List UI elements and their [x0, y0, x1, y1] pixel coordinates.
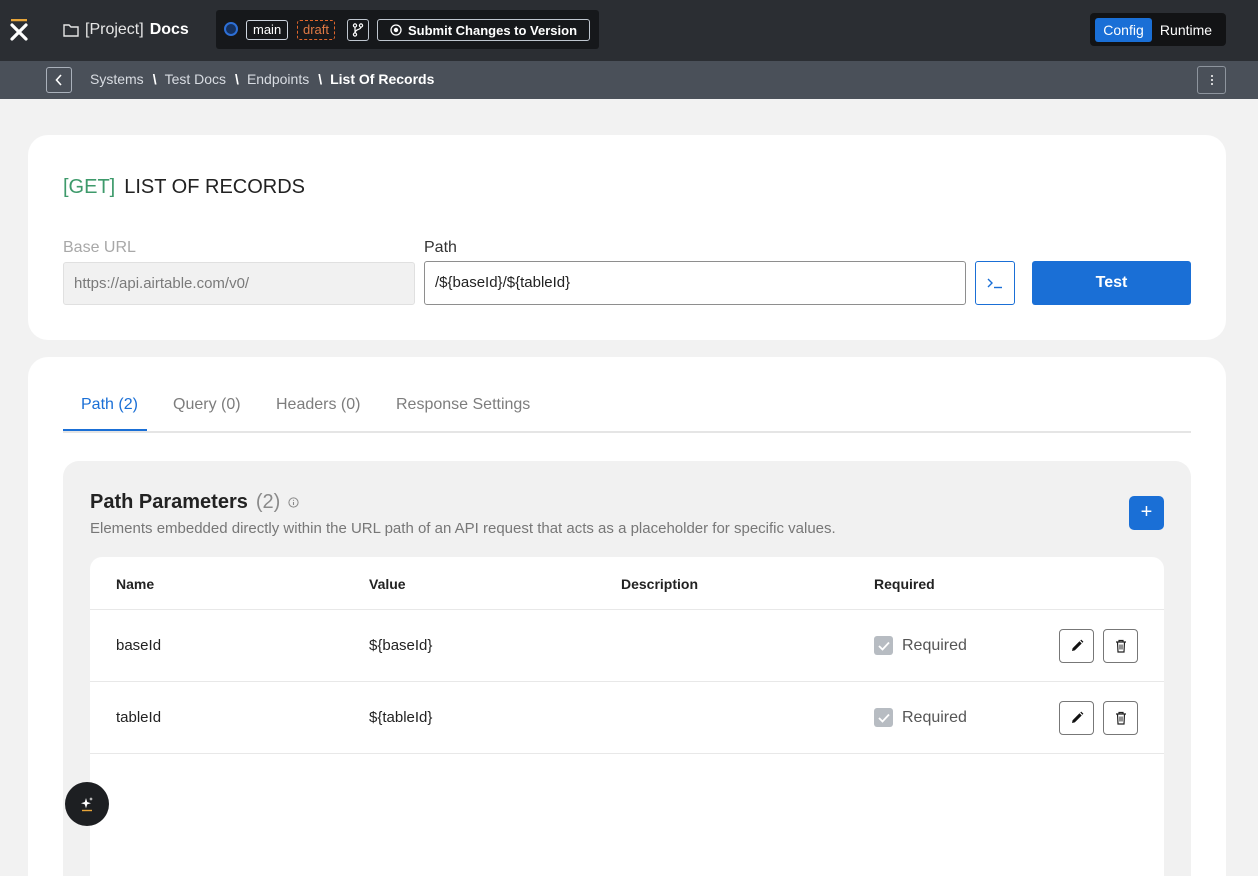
path-parameters-panel: Path Parameters (2) Elements embedded di… — [63, 461, 1191, 876]
breadcrumb-bar: Systems \ Test Docs \ Endpoints \ List O… — [0, 61, 1258, 99]
base-url-field: https://api.airtable.com/v0/ — [63, 262, 415, 305]
trash-icon — [1115, 639, 1126, 653]
breadcrumb-separator: \ — [152, 71, 157, 87]
draft-badge: draft — [297, 20, 336, 40]
endpoint-title: [GET] LIST OF RECORDS — [63, 176, 305, 199]
param-required: Required — [874, 636, 967, 655]
breadcrumb-test-docs[interactable]: Test Docs — [165, 71, 226, 87]
project-name: Docs — [149, 21, 189, 38]
trash-icon — [1115, 711, 1126, 725]
check-icon — [877, 641, 890, 651]
base-url-label: Base URL — [63, 239, 136, 256]
parameter-tabs: Path (2) Query (0) Headers (0) Response … — [63, 384, 1191, 433]
required-checkbox[interactable] — [874, 636, 893, 655]
add-parameter-button[interactable]: + — [1129, 496, 1164, 530]
breadcrumb-separator: \ — [235, 71, 239, 87]
breadcrumb-endpoints[interactable]: Endpoints — [247, 71, 309, 87]
endpoint-name: LIST OF RECORDS — [124, 176, 306, 198]
param-value: ${tableId} — [369, 709, 433, 726]
parameters-table: Name Value Description Required baseId $… — [90, 557, 1164, 876]
path-parameters-heading: Path Parameters (2) — [90, 491, 299, 514]
vertical-dots-icon — [1210, 75, 1213, 85]
breadcrumb-current: List Of Records — [330, 71, 435, 87]
project-prefix: [Project] — [85, 21, 144, 38]
path-input[interactable]: /${baseId}/${tableId} — [424, 261, 966, 305]
breadcrumb-separator: \ — [318, 71, 323, 87]
parameters-card: Path (2) Query (0) Headers (0) Response … — [28, 357, 1226, 876]
column-header-value: Value — [369, 576, 406, 592]
param-name: baseId — [116, 637, 162, 654]
edit-button[interactable] — [1059, 629, 1094, 663]
path-label: Path — [424, 239, 457, 256]
required-checkbox[interactable] — [874, 708, 893, 727]
folder-icon — [63, 24, 79, 37]
git-branch-icon — [352, 23, 364, 37]
test-button[interactable]: Test — [1032, 261, 1191, 305]
path-parameters-count: (2) — [255, 491, 281, 513]
mode-runtime-button[interactable]: Runtime — [1154, 18, 1218, 42]
check-icon — [877, 713, 890, 723]
project-title[interactable]: [Project] Docs — [63, 21, 189, 39]
terminal-button[interactable] — [975, 261, 1015, 305]
column-header-name: Name — [116, 576, 155, 592]
more-options-button[interactable] — [1197, 66, 1226, 94]
param-value: ${baseId} — [369, 637, 433, 654]
param-required: Required — [874, 708, 967, 727]
edit-button[interactable] — [1059, 701, 1094, 735]
breadcrumb-systems[interactable]: Systems — [90, 71, 144, 87]
submit-changes-label: Submit Changes to Version — [407, 22, 578, 38]
path-parameters-description: Elements embedded directly within the UR… — [90, 520, 836, 537]
sparkle-icon — [81, 797, 93, 812]
mode-toggle: Config Runtime — [1090, 13, 1226, 46]
record-icon — [390, 24, 402, 36]
http-method: [GET] — [63, 176, 116, 198]
table-divider — [90, 753, 1164, 754]
branch-status-icon — [224, 22, 238, 36]
branch-fork-button[interactable] — [347, 19, 369, 41]
delete-button[interactable] — [1103, 629, 1138, 663]
table-row: baseId ${baseId} Required — [90, 609, 1164, 681]
tab-headers[interactable]: Headers (0) — [276, 396, 360, 414]
mode-config-button[interactable]: Config — [1095, 18, 1152, 42]
required-label: Required — [902, 708, 967, 726]
version-control-bar: main draft Submit Changes to Version — [216, 10, 599, 49]
breadcrumb: Systems \ Test Docs \ Endpoints \ List O… — [90, 71, 434, 87]
column-header-description: Description — [621, 576, 699, 592]
path-parameters-title: Path Parameters — [90, 491, 248, 513]
chevron-left-icon — [55, 74, 62, 86]
delete-button[interactable] — [1103, 701, 1138, 735]
ai-assistant-button[interactable] — [65, 782, 109, 826]
terminal-icon — [987, 278, 1002, 289]
branch-chip[interactable]: main — [246, 20, 289, 40]
param-name: tableId — [116, 709, 162, 726]
pencil-icon — [1071, 711, 1083, 723]
tab-query[interactable]: Query (0) — [173, 396, 241, 414]
table-row: tableId ${tableId} Required — [90, 681, 1164, 753]
active-tab-indicator — [63, 429, 147, 431]
submit-changes-button[interactable]: Submit Changes to Version — [377, 19, 590, 41]
app-logo-icon[interactable] — [9, 19, 29, 41]
info-icon[interactable] — [288, 497, 299, 508]
tab-path[interactable]: Path (2) — [81, 396, 138, 414]
tab-response-settings[interactable]: Response Settings — [396, 396, 530, 414]
pencil-icon — [1071, 639, 1083, 651]
back-button[interactable] — [46, 67, 72, 93]
required-label: Required — [902, 636, 967, 654]
endpoint-card: [GET] LIST OF RECORDS Base URL Path http… — [28, 135, 1226, 340]
column-header-required: Required — [874, 576, 935, 592]
top-bar: [Project] Docs main draft Submit Changes… — [0, 0, 1258, 61]
